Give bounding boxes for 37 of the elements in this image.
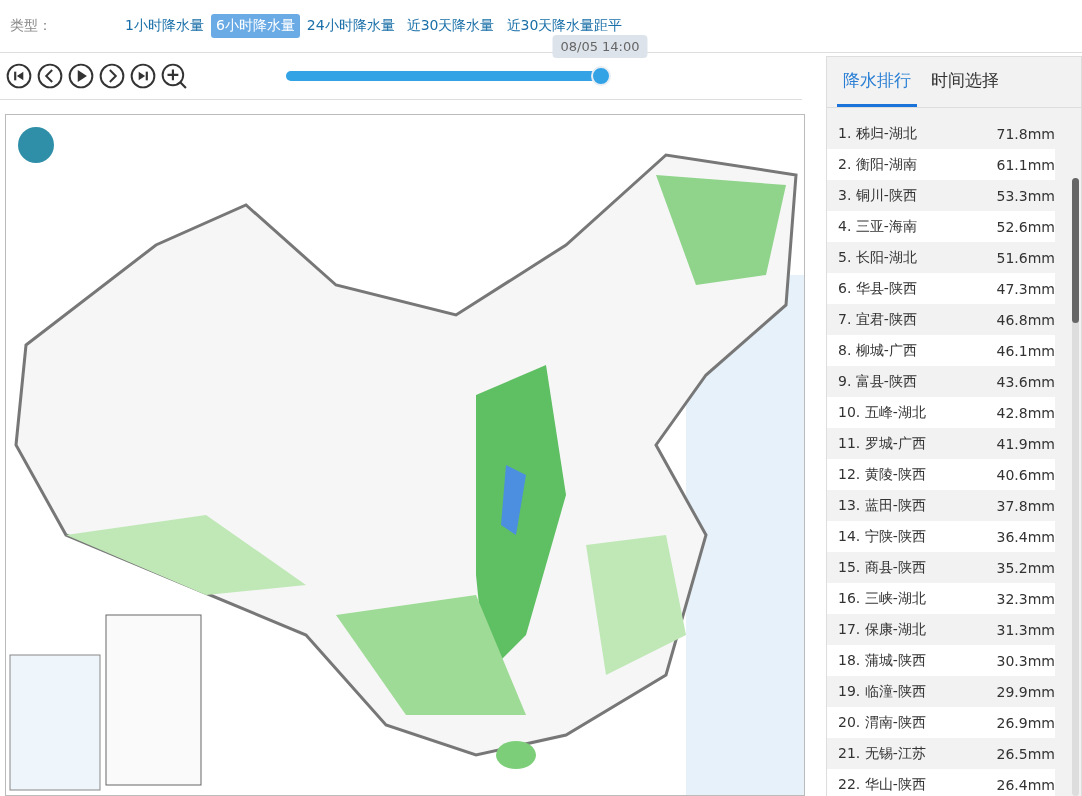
ranking-row[interactable]: 14. 宁陕-陕西 36.4mm [827,521,1055,552]
ranking-row[interactable]: 21. 无锡-江苏 26.5mm [827,738,1055,769]
type-label: 类型： [10,17,53,35]
ranking-row[interactable]: 5. 长阳-湖北 51.6mm [827,242,1055,273]
ranking-row[interactable]: 10. 五峰-湖北 42.8mm [827,397,1055,428]
panel-tab[interactable]: 降水排行 [837,57,917,107]
type-option[interactable]: 24小时降水量 [301,14,400,38]
ranking-row[interactable]: 16. 三峡-湖北 32.3mm [827,583,1055,614]
type-option[interactable]: 1小时降水量 [120,14,209,38]
type-option[interactable]: 近30天降水量距平 [501,14,628,38]
ranking-row[interactable]: 22. 华山-陕西 26.4mm [827,769,1055,796]
ranking-row[interactable]: 2. 衡阳-湖南 61.1mm [827,149,1055,180]
ranking-row[interactable]: 13. 蓝田-陕西 37.8mm [827,490,1055,521]
ranking-row[interactable]: 11. 罗城-广西 41.9mm [827,428,1055,459]
next-icon[interactable] [99,63,125,89]
skip-first-icon[interactable] [6,63,32,89]
time-tooltip: 08/05 14:00 [552,35,648,58]
ranking-row[interactable]: 9. 富县-陕西 43.6mm [827,366,1055,397]
ranking-row[interactable]: 7. 宜君-陕西 46.8mm [827,304,1055,335]
panel-tab[interactable]: 时间选择 [925,57,1005,107]
ranking-row[interactable]: 17. 保康-湖北 31.3mm [827,614,1055,645]
zoom-in-icon[interactable] [161,63,187,89]
ranking-row[interactable]: 19. 临潼-陕西 29.9mm [827,676,1055,707]
ranking-row[interactable]: 12. 黄陵-陕西 40.6mm [827,459,1055,490]
scrollbar-thumb[interactable] [1072,178,1079,323]
skip-last-icon[interactable] [130,63,156,89]
ranking-row[interactable]: 18. 蒲城-陕西 30.3mm [827,645,1055,676]
ranking-row[interactable]: 20. 渭南-陕西 26.9mm [827,707,1055,738]
ranking-row[interactable]: 8. 柳城-广西 46.1mm [827,335,1055,366]
ranking-row[interactable]: 1. 秭归-湖北 71.8mm [827,118,1055,149]
play-icon[interactable] [68,63,94,89]
previous-icon[interactable] [37,63,63,89]
ranking-row[interactable]: 3. 铜川-陕西 53.3mm [827,180,1055,211]
type-option[interactable]: 近30天降水量 [401,14,500,38]
ranking-row[interactable]: 15. 商县-陕西 35.2mm [827,552,1055,583]
ranking-row[interactable]: 4. 三亚-海南 52.6mm [827,211,1055,242]
ranking-row[interactable]: 6. 华县-陕西 47.3mm [827,273,1055,304]
